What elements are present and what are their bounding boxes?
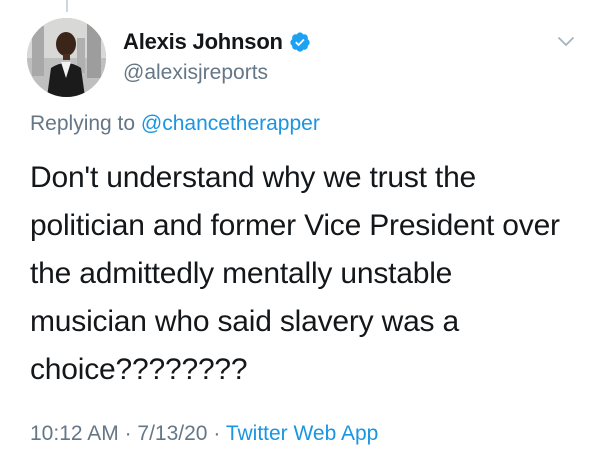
tweet-text: Don't understand why we trust the politi… (30, 161, 560, 386)
author-handle[interactable]: @alexisjreports (123, 61, 311, 85)
tweet-card: Alexis Johnson @alexisjreports Replying … (0, 0, 595, 462)
meta-separator: · (213, 422, 221, 445)
tweet-time[interactable]: 10:12 AM (30, 422, 119, 445)
meta-separator: · (124, 422, 132, 445)
tweet-header: Alexis Johnson @alexisjreports (123, 27, 311, 85)
chevron-down-icon[interactable] (555, 30, 577, 52)
reply-mention-link[interactable]: @chancetherapper (141, 112, 320, 135)
tweet-metadata: 10:12 AM · 7/13/20 · Twitter Web App (30, 422, 378, 446)
author-display-name[interactable]: Alexis Johnson (123, 29, 283, 55)
replying-to-label: Replying to (30, 112, 136, 135)
author-name-row: Alexis Johnson (123, 27, 311, 57)
thread-connector-line (66, 0, 68, 12)
avatar[interactable] (27, 18, 106, 97)
tweet-date[interactable]: 7/13/20 (137, 422, 207, 445)
replying-to-line: Replying to @chancetherapper (30, 112, 320, 136)
avatar-photo (27, 18, 106, 97)
tweet-source-link[interactable]: Twitter Web App (226, 422, 379, 445)
verified-badge-icon (289, 31, 311, 53)
